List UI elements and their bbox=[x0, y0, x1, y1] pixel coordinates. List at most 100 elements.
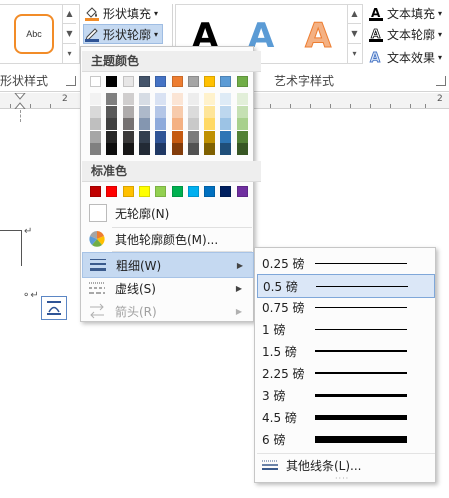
theme-color-swatch[interactable] bbox=[138, 76, 150, 87]
theme-color-shade-swatch[interactable] bbox=[236, 93, 248, 105]
theme-color-shade-swatch[interactable] bbox=[90, 130, 101, 143]
weight-option[interactable]: 1 磅 bbox=[257, 318, 433, 340]
theme-color-swatch[interactable] bbox=[187, 76, 199, 87]
theme-color-swatch[interactable] bbox=[220, 76, 232, 87]
theme-color-shade-swatch[interactable] bbox=[155, 105, 167, 118]
theme-color-shade-swatch[interactable] bbox=[220, 130, 232, 143]
gallery-more-icon[interactable]: ▾ bbox=[62, 44, 76, 64]
theme-color-shade-swatch[interactable] bbox=[90, 93, 101, 105]
wordart-more-icon[interactable]: ▾ bbox=[347, 44, 361, 64]
theme-color-shade-swatch[interactable] bbox=[187, 118, 199, 131]
theme-color-shade-swatch[interactable] bbox=[122, 93, 134, 105]
indent-marker-icon[interactable] bbox=[14, 93, 26, 109]
shape-style-gallery-scroll[interactable]: ▲ ▼ ▾ bbox=[62, 4, 76, 64]
wordart-gallery-scroll[interactable]: ▲ ▼ ▾ bbox=[347, 4, 361, 64]
standard-color-swatch[interactable] bbox=[138, 186, 150, 197]
shape-fill-dropdown-icon[interactable]: ▾ bbox=[154, 9, 158, 18]
standard-color-swatch[interactable] bbox=[220, 186, 232, 197]
theme-color-swatch[interactable] bbox=[90, 76, 101, 87]
standard-color-swatch[interactable] bbox=[90, 186, 101, 197]
theme-color-shade-swatch[interactable] bbox=[220, 105, 232, 118]
theme-color-shade-swatch[interactable] bbox=[187, 130, 199, 143]
theme-color-shade-swatch[interactable] bbox=[122, 105, 134, 118]
theme-color-shade-swatch[interactable] bbox=[90, 118, 101, 131]
standard-color-swatch[interactable] bbox=[187, 186, 199, 197]
text-outline-button[interactable]: A 文本轮廓 ▾ bbox=[368, 24, 449, 44]
weight-option[interactable]: 0.25 磅 bbox=[257, 252, 433, 274]
resize-grip-icon[interactable]: ···· bbox=[335, 474, 349, 483]
text-fill-button[interactable]: A 文本填充 ▾ bbox=[368, 3, 449, 23]
theme-color-shade-swatch[interactable] bbox=[106, 105, 118, 118]
theme-color-shade-swatch[interactable] bbox=[220, 143, 232, 156]
theme-color-shade-swatch[interactable] bbox=[90, 105, 101, 118]
text-fill-dropdown-icon[interactable]: ▾ bbox=[438, 9, 442, 18]
weight-option[interactable]: 3 磅 bbox=[257, 384, 433, 406]
layout-options-button[interactable] bbox=[41, 296, 67, 320]
theme-color-shade-swatch[interactable] bbox=[187, 143, 199, 156]
no-outline-item[interactable]: 无轮廓(N) bbox=[82, 201, 252, 225]
wordart-sample-orange[interactable]: A bbox=[304, 19, 331, 54]
shape-fill-button[interactable]: 形状填充 ▾ bbox=[84, 3, 164, 23]
text-effect-button[interactable]: A 文本效果 ▾ bbox=[368, 47, 449, 67]
theme-color-swatch[interactable] bbox=[122, 76, 134, 87]
more-lines-item[interactable]: 其他线条(L)... bbox=[257, 454, 433, 476]
theme-color-shade-swatch[interactable] bbox=[220, 118, 232, 131]
theme-color-shade-swatch[interactable] bbox=[236, 105, 248, 118]
theme-color-shade-swatch[interactable] bbox=[204, 93, 216, 105]
theme-color-shade-swatch[interactable] bbox=[138, 130, 150, 143]
theme-color-shade-swatch[interactable] bbox=[204, 130, 216, 143]
theme-color-swatch[interactable] bbox=[171, 76, 183, 87]
standard-color-swatch[interactable] bbox=[204, 186, 216, 197]
theme-color-shade-swatch[interactable] bbox=[155, 93, 167, 105]
theme-color-shade-swatch[interactable] bbox=[171, 105, 183, 118]
theme-color-shade-swatch[interactable] bbox=[138, 143, 150, 156]
more-outline-colors-item[interactable]: 其他轮廓颜色(M)... bbox=[82, 227, 252, 251]
text-effect-dropdown-icon[interactable]: ▾ bbox=[438, 53, 442, 62]
theme-color-shade-swatch[interactable] bbox=[204, 118, 216, 131]
shape-outline-dropdown-icon[interactable]: ▾ bbox=[154, 30, 158, 39]
standard-color-swatch[interactable] bbox=[106, 186, 118, 197]
theme-color-swatch[interactable] bbox=[155, 76, 167, 87]
theme-color-shade-swatch[interactable] bbox=[204, 143, 216, 156]
theme-color-shade-swatch[interactable] bbox=[204, 105, 216, 118]
theme-color-shade-swatch[interactable] bbox=[155, 143, 167, 156]
wordart-up-icon[interactable]: ▲ bbox=[347, 4, 361, 24]
theme-color-shade-swatch[interactable] bbox=[187, 105, 199, 118]
theme-color-shade-swatch[interactable] bbox=[122, 118, 134, 131]
standard-color-swatch[interactable] bbox=[122, 186, 134, 197]
shape-style-preview-button[interactable]: Abc bbox=[14, 14, 54, 54]
theme-color-shade-swatch[interactable] bbox=[122, 143, 134, 156]
weight-option[interactable]: 4.5 磅 bbox=[257, 406, 433, 428]
theme-color-shade-swatch[interactable] bbox=[236, 118, 248, 131]
gallery-up-icon[interactable]: ▲ bbox=[62, 4, 76, 24]
gallery-down-icon[interactable]: ▼ bbox=[62, 24, 76, 44]
wordart-styles-launcher-icon[interactable] bbox=[436, 76, 446, 86]
text-outline-dropdown-icon[interactable]: ▾ bbox=[438, 30, 442, 39]
weight-item[interactable]: 粗细(W) ▶ bbox=[82, 252, 254, 278]
theme-color-shade-swatch[interactable] bbox=[106, 118, 118, 131]
theme-color-shade-swatch[interactable] bbox=[220, 93, 232, 105]
dashes-item[interactable]: 虚线(S) ▶ bbox=[82, 276, 252, 300]
theme-color-shade-swatch[interactable] bbox=[155, 130, 167, 143]
theme-color-shade-swatch[interactable] bbox=[171, 130, 183, 143]
theme-color-shade-swatch[interactable] bbox=[90, 143, 101, 156]
wordart-down-icon[interactable]: ▼ bbox=[347, 24, 361, 44]
theme-color-shade-swatch[interactable] bbox=[171, 143, 183, 156]
theme-color-shade-swatch[interactable] bbox=[106, 143, 118, 156]
weight-option[interactable]: 2.25 磅 bbox=[257, 362, 433, 384]
theme-color-swatch[interactable] bbox=[236, 76, 248, 87]
theme-color-shade-swatch[interactable] bbox=[236, 130, 248, 143]
weight-option[interactable]: 0.5 磅 bbox=[257, 274, 435, 298]
theme-color-shade-swatch[interactable] bbox=[171, 118, 183, 131]
theme-color-shade-swatch[interactable] bbox=[155, 118, 167, 131]
shape-outline-button[interactable]: 形状轮廓 ▾ bbox=[83, 24, 163, 44]
theme-color-shade-swatch[interactable] bbox=[122, 130, 134, 143]
theme-color-shade-swatch[interactable] bbox=[171, 93, 183, 105]
theme-color-shade-swatch[interactable] bbox=[106, 93, 118, 105]
standard-color-swatch[interactable] bbox=[171, 186, 183, 197]
standard-color-swatch[interactable] bbox=[155, 186, 167, 197]
shape-styles-launcher-icon[interactable] bbox=[66, 76, 76, 86]
theme-color-shade-swatch[interactable] bbox=[138, 118, 150, 131]
theme-color-shade-swatch[interactable] bbox=[187, 93, 199, 105]
theme-color-shade-swatch[interactable] bbox=[138, 105, 150, 118]
